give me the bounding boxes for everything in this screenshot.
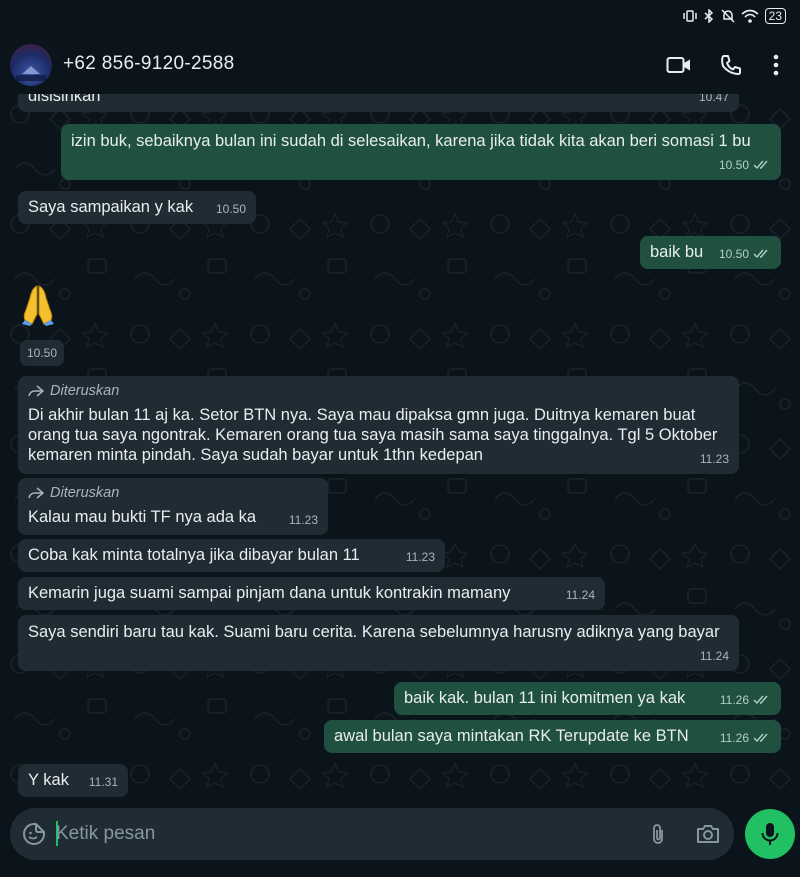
status-icons: 23	[682, 8, 786, 24]
message-time: 10.50	[718, 158, 749, 172]
praying-hands-emoji	[22, 285, 54, 326]
read-receipt-icon	[753, 733, 768, 743]
message-time: 11.26	[719, 731, 749, 745]
message-time: 11.24	[565, 588, 595, 602]
video-call-button[interactable]	[666, 52, 692, 78]
more-options-button[interactable]	[763, 52, 789, 78]
forward-icon	[28, 385, 44, 397]
message-text: disisihkan	[28, 94, 101, 105]
message-text: Kalau mau bukti TF nya ada ka	[28, 508, 257, 526]
message-text: Saya sendiri baru tau kak. Suami baru ce…	[28, 623, 720, 641]
message-meta: 10.50	[719, 244, 771, 264]
contact-name[interactable]: +62 856-9120-2588	[63, 53, 235, 75]
message-emoji[interactable]: 10.50	[18, 280, 78, 366]
message-incoming[interactable]: disisihkan 10.47	[18, 94, 739, 112]
message-text: Saya sampaikan y kak	[28, 198, 194, 216]
message-outgoing[interactable]: baik bu 10.50	[640, 236, 781, 269]
message-incoming[interactable]: Coba kak minta totalnya jika dibayar bul…	[18, 539, 445, 572]
mute-icon	[721, 9, 735, 23]
forwarded-label: Diteruskan	[28, 483, 318, 503]
phone-icon	[721, 55, 741, 75]
message-time: 11.23	[699, 452, 729, 466]
message-time: 10.47	[698, 94, 729, 104]
message-time: 10.50	[718, 247, 749, 261]
message-time: 11.23	[405, 550, 435, 564]
attach-icon[interactable]	[650, 822, 666, 846]
message-meta: 11.23	[700, 449, 729, 469]
message-meta: 10.50	[719, 155, 771, 175]
wifi-icon	[741, 9, 759, 23]
message-input[interactable]: Ketik pesan	[56, 823, 155, 845]
message-incoming[interactable]: Saya sampaikan y kak 10.50	[18, 191, 256, 224]
sticker-icon[interactable]	[22, 822, 46, 846]
forwarded-label: Diteruskan	[28, 381, 729, 401]
avatar[interactable]	[10, 44, 52, 86]
message-text: baik kak. bulan 11 ini komitmen ya kak	[404, 689, 686, 707]
battery-icon: 23	[764, 8, 786, 24]
camera-icon[interactable]	[696, 824, 720, 844]
message-meta: 11.23	[406, 547, 435, 567]
mic-icon	[761, 823, 779, 845]
message-meta: 11.26	[720, 728, 771, 748]
message-text: izin buk, sebaiknya bulan ini sudah di s…	[71, 132, 751, 150]
message-time: 11.24	[699, 649, 729, 663]
message-text: awal bulan saya mintakan RK Terupdate ke…	[334, 727, 689, 745]
message-meta: 11.26	[720, 690, 771, 710]
message-meta: 10.47	[699, 94, 729, 107]
message-incoming-forwarded[interactable]: Diteruskan Kalau mau bukti TF nya ada ka…	[18, 478, 328, 535]
message-meta: 11.23	[289, 510, 318, 530]
message-time: 11.23	[288, 513, 318, 527]
message-meta: 11.24	[566, 585, 595, 605]
message-incoming[interactable]: Kemarin juga suami sampai pinjam dana un…	[18, 577, 605, 610]
video-call-icon	[666, 57, 690, 73]
voice-record-button[interactable]	[745, 809, 795, 859]
message-meta: 11.31	[89, 772, 118, 792]
message-composer[interactable]: Ketik pesan	[10, 808, 734, 860]
message-outgoing[interactable]: izin buk, sebaiknya bulan ini sudah di s…	[61, 124, 781, 180]
message-text: Di akhir bulan 11 aj ka. Setor BTN nya. …	[28, 406, 723, 464]
message-incoming[interactable]: Saya sendiri baru tau kak. Suami baru ce…	[18, 615, 739, 671]
message-incoming-forwarded[interactable]: Diteruskan Di akhir bulan 11 aj ka. Seto…	[18, 376, 739, 474]
forward-icon	[28, 487, 44, 499]
message-outgoing[interactable]: baik kak. bulan 11 ini komitmen ya kak 1…	[394, 682, 781, 715]
chat-header[interactable]: +62 856-9120-2588	[0, 36, 800, 94]
message-outgoing[interactable]: awal bulan saya mintakan RK Terupdate ke…	[324, 720, 781, 753]
chat-screen: 23 +62 856-9120-2588 disisihkan 10.47 iz…	[0, 0, 800, 877]
message-text: Kemarin juga suami sampai pinjam dana un…	[28, 584, 511, 602]
message-list[interactable]: disisihkan 10.47 izin buk, sebaiknya bul…	[0, 94, 800, 800]
message-time: 10.50	[20, 340, 65, 366]
message-time: 11.31	[88, 775, 118, 789]
message-text: Coba kak minta totalnya jika dibayar bul…	[28, 546, 360, 564]
message-meta: 10.50	[216, 199, 246, 219]
bluetooth-icon	[704, 9, 713, 23]
voice-call-button[interactable]	[718, 52, 744, 78]
message-incoming[interactable]: Y kak 11.31	[18, 764, 128, 797]
more-options-icon	[773, 54, 779, 76]
status-bar: 23	[0, 0, 800, 36]
read-receipt-icon	[753, 695, 768, 705]
vibrate-icon	[682, 10, 697, 22]
message-time: 11.26	[719, 693, 749, 707]
read-receipt-icon	[753, 160, 768, 170]
message-meta: 11.24	[700, 646, 729, 666]
read-receipt-icon	[753, 249, 768, 259]
message-time: 10.50	[215, 202, 246, 216]
